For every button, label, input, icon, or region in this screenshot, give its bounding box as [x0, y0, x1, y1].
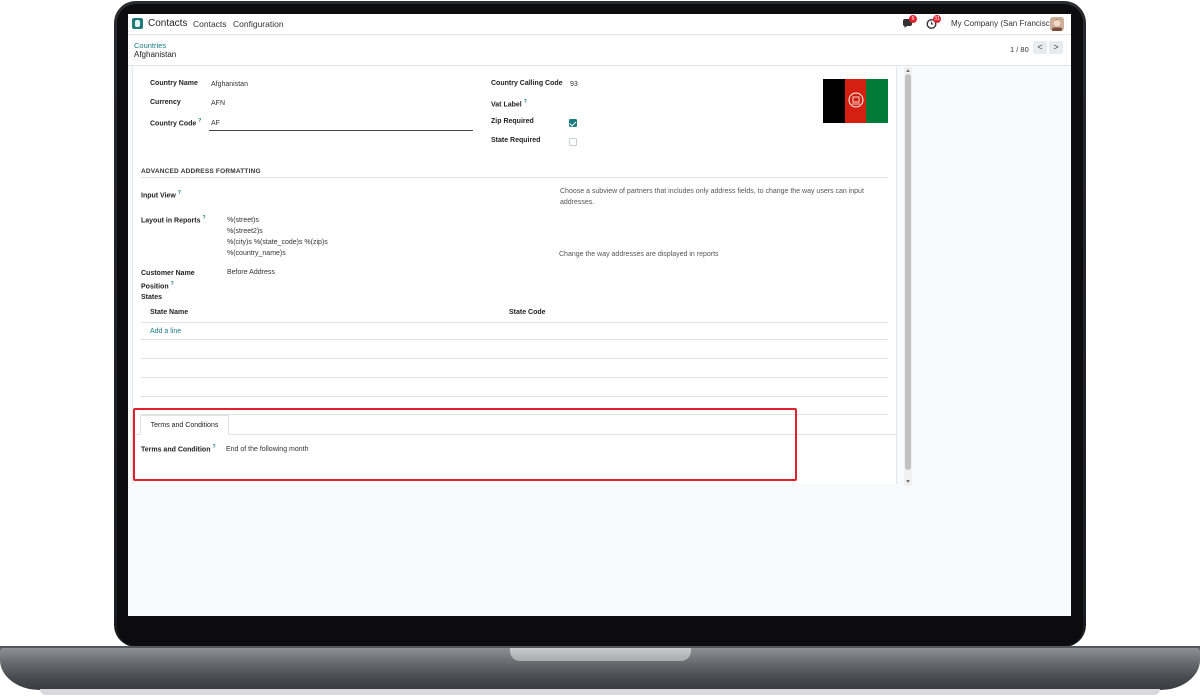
pager-next-button[interactable]: >	[1049, 41, 1063, 54]
laptop-mockup: Contacts Contacts Configuration 6 31 My …	[0, 0, 1200, 697]
column-state-code[interactable]: State Code	[509, 309, 546, 316]
state-required-checkbox[interactable]	[569, 138, 577, 146]
table-row-divider	[141, 396, 888, 397]
input-view-help: Choose a subview of partners that includ…	[560, 188, 864, 206]
top-navbar: Contacts Contacts Configuration 6 31 My …	[128, 14, 1071, 35]
chat-icon[interactable]: 6	[902, 15, 917, 30]
currency-label: Currency	[150, 99, 181, 106]
screen: Contacts Contacts Configuration 6 31 My …	[128, 14, 1071, 616]
scroll-up-arrow-icon[interactable]	[906, 69, 910, 72]
laptop-bezel-bottom	[117, 616, 1083, 646]
country-code-underline	[209, 130, 473, 131]
flag-emblem-icon	[848, 92, 864, 108]
advanced-address-title: ADVANCED ADDRESS FORMATTING	[141, 168, 261, 175]
help-icon: ?	[170, 281, 174, 287]
form-sheet: Country Name Afghanistan Currency AFN Co…	[132, 67, 897, 484]
breadcrumb-countries[interactable]: Countries	[134, 41, 166, 50]
chevron-left-icon: <	[1037, 42, 1043, 52]
help-icon: ?	[202, 215, 206, 221]
notebook-tab-rule	[132, 434, 897, 435]
user-avatar[interactable]	[1050, 17, 1064, 31]
layout-in-reports-label: Layout in Reports?	[141, 215, 206, 225]
column-state-name[interactable]: State Name	[150, 309, 188, 316]
zip-required-label: Zip Required	[491, 118, 534, 125]
zip-required-checkbox[interactable]	[569, 119, 577, 127]
scroll-down-arrow-icon[interactable]	[906, 480, 910, 483]
help-icon: ?	[177, 190, 181, 196]
activity-badge: 31	[933, 15, 941, 23]
company-switcher[interactable]: My Company (San Francisco)	[951, 19, 1057, 28]
country-flag-image[interactable]	[823, 79, 889, 123]
terms-condition-field[interactable]: End of the following month	[226, 446, 309, 453]
table-row-divider	[141, 377, 888, 378]
control-panel: Countries Afghanistan 1 / 80 < >	[128, 36, 1071, 66]
empty-background	[128, 486, 1071, 616]
country-code-field[interactable]: AF	[211, 120, 220, 127]
table-row-divider	[141, 339, 888, 340]
vat-label-label: Vat Label?	[491, 99, 527, 109]
layout-in-reports-field[interactable]: %(street)s %(street2)s %(city)s %(state_…	[227, 215, 328, 259]
tab-terms-and-conditions[interactable]: Terms and Conditions	[140, 415, 229, 435]
menu-configuration[interactable]: Configuration	[233, 19, 284, 29]
help-icon: ?	[523, 99, 527, 105]
breadcrumb-current: Afghanistan	[134, 50, 177, 59]
chevron-right-icon: >	[1053, 42, 1059, 52]
laptop-notch	[510, 648, 691, 661]
input-view-label: Input View?	[141, 190, 181, 200]
help-icon: ?	[212, 444, 216, 450]
layout-help: Change the way addresses are displayed i…	[559, 251, 719, 258]
activity-clock-icon[interactable]: 31	[926, 15, 941, 30]
section-divider	[141, 177, 888, 178]
country-name-field[interactable]: Afghanistan	[211, 81, 248, 88]
scrollbar-thumb[interactable]	[905, 74, 911, 470]
calling-code-field[interactable]: 93	[570, 81, 578, 88]
menu-contacts[interactable]: Contacts	[193, 19, 227, 29]
customer-name-position-field[interactable]: Before Address	[227, 269, 275, 276]
help-icon: ?	[198, 118, 202, 124]
add-a-line-link[interactable]: Add a line	[150, 328, 181, 335]
calling-code-label: Country Calling Code	[491, 80, 563, 87]
app-name[interactable]: Contacts	[148, 18, 187, 29]
table-row-divider	[141, 414, 888, 415]
laptop-base-shadow	[40, 689, 1160, 695]
states-table-header: State Name State Code	[141, 307, 888, 323]
pager-prev-button[interactable]: <	[1033, 41, 1047, 54]
pager-value[interactable]: 1 / 80	[1010, 45, 1029, 54]
currency-field[interactable]: AFN	[211, 100, 225, 107]
state-required-label: State Required	[491, 137, 541, 144]
terms-condition-label: Terms and Condition?	[141, 444, 216, 454]
states-label: States	[141, 294, 163, 301]
table-row-divider	[141, 358, 888, 359]
app-menu-icon[interactable]	[132, 18, 143, 29]
customer-name-position-label: Customer Name Position?	[141, 270, 195, 291]
chat-badge: 6	[909, 15, 917, 23]
country-name-label: Country Name	[150, 80, 198, 87]
country-code-label: Country Code?	[150, 118, 202, 128]
